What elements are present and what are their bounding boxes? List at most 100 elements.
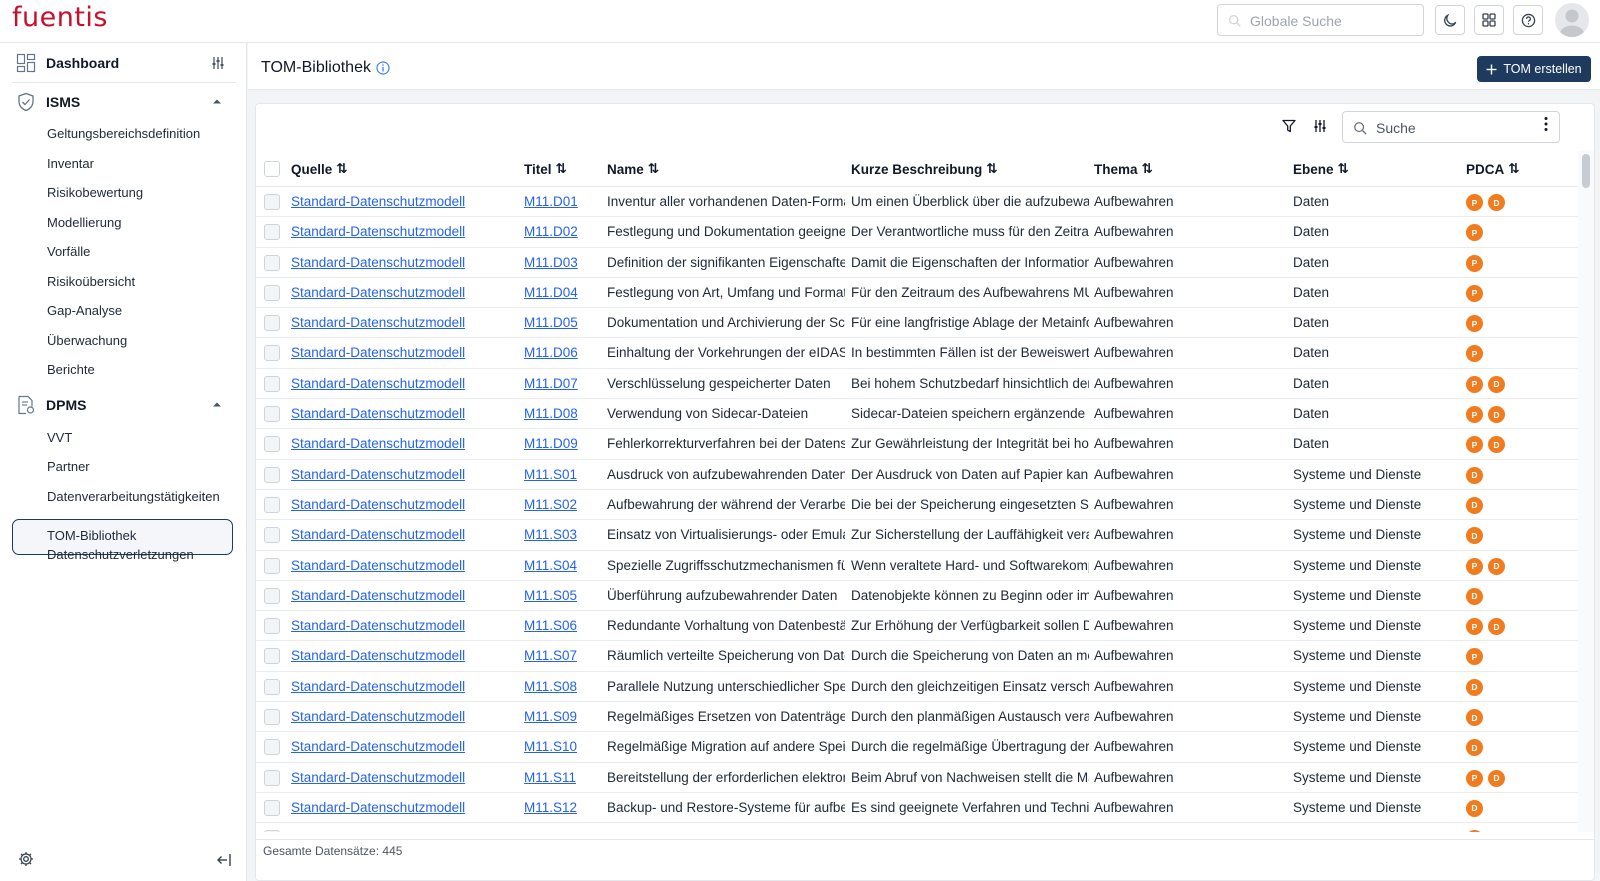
user-avatar[interactable] <box>1555 3 1589 37</box>
apps-button[interactable] <box>1474 5 1504 35</box>
sort-icon[interactable]: ⇅ <box>336 161 347 177</box>
sidebar-section-dpms[interactable]: DPMS <box>0 387 247 423</box>
table-row[interactable]: Standard-Datenschutzmodell M11.S08 Paralle… <box>256 672 1578 703</box>
cell-titel-link[interactable]: M11.S08 <box>524 679 594 694</box>
cell-quelle-link[interactable]: Standard-Datenschutzmodell <box>291 194 491 209</box>
cell-quelle-link[interactable]: Standard-Datenschutzmodell <box>291 588 491 603</box>
table-row[interactable]: Standard-Datenschutzmodell M11.S09 Regelmä… <box>256 702 1578 733</box>
sort-icon[interactable]: ⇅ <box>986 161 997 177</box>
cell-titel-link[interactable]: M11.S04 <box>524 558 594 573</box>
table-row[interactable]: Standard-Datenschutzmodell M11.S12 Backup-… <box>256 793 1578 824</box>
row-checkbox[interactable] <box>264 375 280 392</box>
cell-titel-link[interactable]: M11.D07 <box>524 376 594 391</box>
cell-quelle-link[interactable]: Standard-Datenschutzmodell <box>291 679 491 694</box>
table-row[interactable]: Standard-Datenschutzmodell M11.S05 Überfüh… <box>256 581 1578 612</box>
scrollbar-thumb[interactable] <box>1582 154 1590 188</box>
row-checkbox[interactable] <box>264 194 280 210</box>
cell-quelle-link[interactable]: Standard-Datenschutzmodell <box>291 618 491 633</box>
cell-titel-link[interactable]: M11.D06 <box>524 345 594 360</box>
sidebar-item-modellierung[interactable]: Modellierung <box>47 213 121 233</box>
sidebar-item-datenverarbeitungstaetigkeiten[interactable]: Datenverarbeitungstätigkeiten <box>47 487 220 507</box>
row-checkbox[interactable] <box>264 769 280 786</box>
cell-titel-link[interactable]: M11.D02 <box>524 224 594 239</box>
cell-titel-link[interactable]: M11.D04 <box>524 285 594 300</box>
chevron-up-icon[interactable] <box>212 98 222 104</box>
row-checkbox[interactable] <box>264 739 280 756</box>
table-row[interactable]: Standard-Datenschutzmodell M11.D05 Dokumen… <box>256 308 1578 339</box>
cell-titel-link[interactable]: M11.D08 <box>524 406 594 421</box>
sort-icon[interactable]: ⇅ <box>1338 161 1349 177</box>
cell-quelle-link[interactable]: Standard-Datenschutzmodell <box>291 406 491 421</box>
select-all-checkbox[interactable] <box>264 161 280 177</box>
cell-titel-link[interactable]: M11.S07 <box>524 648 594 663</box>
cell-titel-link[interactable]: M11.S06 <box>524 618 594 633</box>
sidebar-item-inventar[interactable]: Inventar <box>47 154 94 174</box>
sidebar-item-gap-analyse[interactable]: Gap-Analyse <box>47 301 122 321</box>
collapse-sidebar-icon[interactable] <box>216 853 232 867</box>
row-checkbox[interactable] <box>264 678 280 695</box>
cell-quelle-link[interactable]: Standard-Datenschutzmodell <box>291 315 491 330</box>
sidebar-item-dashboard[interactable]: Dashboard <box>0 45 247 81</box>
cell-titel-link[interactable]: M11.S11 <box>524 770 594 785</box>
table-row[interactable]: Standard-Datenschutzmodell M11.S02 Aufbewa… <box>256 490 1578 521</box>
table-row[interactable]: Standard-Datenschutzmodell M11.D04 Festleg… <box>256 278 1578 309</box>
table-row[interactable]: Standard-Datenschutzmodell M11.D03 Definit… <box>256 248 1578 278</box>
row-checkbox[interactable] <box>264 466 280 483</box>
help-button[interactable] <box>1513 5 1543 35</box>
table-row[interactable]: Standard-Datenschutzmodell M11.S13 Technis… <box>256 823 1578 832</box>
row-checkbox[interactable] <box>264 224 280 241</box>
filter-icon[interactable] <box>1282 119 1296 133</box>
app-logo[interactable]: fuentis <box>12 2 108 33</box>
cell-titel-link[interactable]: M11.D09 <box>524 436 594 451</box>
vertical-scrollbar[interactable] <box>1578 151 1594 832</box>
cell-quelle-link[interactable]: Standard-Datenschutzmodell <box>291 709 491 724</box>
column-header-ebene[interactable]: Ebene ⇅ <box>1293 161 1349 177</box>
row-checkbox[interactable] <box>264 315 280 332</box>
cell-quelle-link[interactable]: Standard-Datenschutzmodell <box>291 830 491 832</box>
global-search-input[interactable] <box>1250 11 1415 31</box>
row-checkbox[interactable] <box>264 648 280 665</box>
chevron-up-icon[interactable] <box>212 401 222 407</box>
sidebar-item-geltungsbereichsdefinition[interactable]: Geltungsbereichsdefinition <box>47 124 200 144</box>
row-checkbox[interactable] <box>264 406 280 423</box>
sidebar-item-ueberwachung[interactable]: Überwachung <box>47 331 127 351</box>
row-checkbox[interactable] <box>264 284 280 301</box>
sort-icon[interactable]: ⇅ <box>1142 161 1153 177</box>
cell-titel-link[interactable]: M11.S05 <box>524 588 594 603</box>
column-header-quelle[interactable]: Quelle ⇅ <box>291 161 348 177</box>
dark-mode-button[interactable] <box>1435 5 1465 35</box>
row-checkbox[interactable] <box>264 436 280 453</box>
table-search-input[interactable] <box>1376 119 1551 137</box>
sidebar-item-berichte[interactable]: Berichte <box>47 360 95 380</box>
cell-quelle-link[interactable]: Standard-Datenschutzmodell <box>291 376 491 391</box>
cell-titel-link[interactable]: M11.D05 <box>524 315 594 330</box>
table-row[interactable]: Standard-Datenschutzmodell M11.D07 Verschl… <box>256 369 1578 400</box>
row-checkbox[interactable] <box>264 799 280 816</box>
table-row[interactable]: Standard-Datenschutzmodell M11.D02 Festleg… <box>256 217 1578 248</box>
cell-titel-link[interactable]: M11.S02 <box>524 497 594 512</box>
cell-quelle-link[interactable]: Standard-Datenschutzmodell <box>291 558 491 573</box>
sidebar-item-vvt[interactable]: VVT <box>47 428 72 448</box>
column-header-thema[interactable]: Thema ⇅ <box>1094 161 1153 177</box>
cell-titel-link[interactable]: M11.S01 <box>524 467 594 482</box>
customize-icon[interactable] <box>212 56 224 70</box>
cell-titel-link[interactable]: M11.S13 <box>524 830 594 832</box>
sidebar-item-risikobewertung[interactable]: Risikobewertung <box>47 183 143 203</box>
column-header-beschreibung[interactable]: Kurze Beschreibung ⇅ <box>851 161 998 177</box>
cell-quelle-link[interactable]: Standard-Datenschutzmodell <box>291 527 491 542</box>
table-row[interactable]: Standard-Datenschutzmodell M11.S04 Speziel… <box>256 551 1578 581</box>
row-checkbox[interactable] <box>264 345 280 362</box>
table-row[interactable]: Standard-Datenschutzmodell M11.D08 Verwend… <box>256 399 1578 430</box>
table-search-box[interactable] <box>1342 111 1560 143</box>
cell-titel-link[interactable]: M11.S03 <box>524 527 594 542</box>
table-row[interactable]: Standard-Datenschutzmodell M11.S10 Regelmä… <box>256 732 1578 763</box>
sort-icon[interactable]: ⇅ <box>1508 161 1519 177</box>
more-options-icon[interactable] <box>1544 116 1548 132</box>
column-header-pdca[interactable]: PDCA ⇅ <box>1466 161 1520 177</box>
cell-quelle-link[interactable]: Standard-Datenschutzmodell <box>291 800 491 815</box>
row-checkbox[interactable] <box>264 254 280 271</box>
sort-icon[interactable]: ⇅ <box>556 161 567 177</box>
create-tom-button[interactable]: TOM erstellen <box>1477 56 1591 82</box>
cell-titel-link[interactable]: M11.S09 <box>524 709 594 724</box>
cell-quelle-link[interactable]: Standard-Datenschutzmodell <box>291 436 491 451</box>
